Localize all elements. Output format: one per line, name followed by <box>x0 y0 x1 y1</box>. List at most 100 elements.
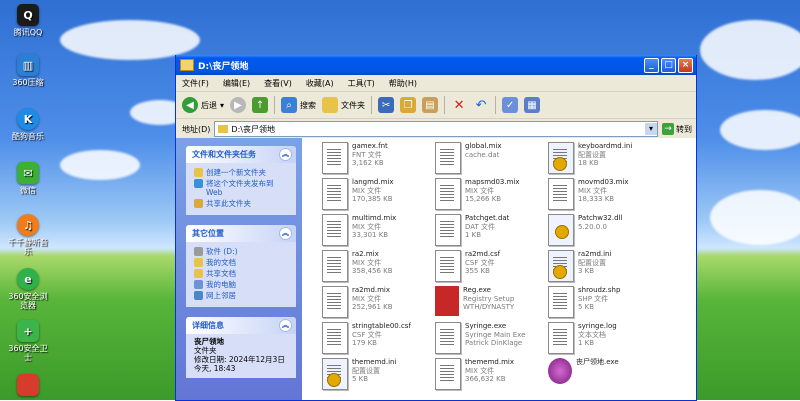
file-type: Syringe Main Exe <box>465 330 526 339</box>
file-name: gamex.fnt <box>352 142 388 150</box>
desktop-icon-app[interactable] <box>6 374 50 398</box>
desktop-icon-kugou[interactable]: K 酷狗音乐 <box>6 108 50 141</box>
minimize-button[interactable]: _ <box>644 57 659 73</box>
file-item[interactable]: ra2md.csf CSF 文件 355 KB <box>435 250 547 286</box>
file-item[interactable]: shroudz.shp SHP 文件 5 KB <box>548 286 660 322</box>
file-item[interactable]: thememd.ini 配置设置 5 KB <box>322 358 434 394</box>
chevron-down-icon[interactable]: ▾ <box>220 101 224 110</box>
up-folder-icon[interactable]: ↑ <box>252 97 269 113</box>
address-bar: 地址(D) D:\丧尸领地 ▾ → 转到 <box>176 119 696 140</box>
desktop-icon-qq[interactable]: Q 腾讯QQ <box>6 4 50 37</box>
file-size: 355 KB <box>465 267 490 275</box>
chevron-down-icon[interactable]: ▾ <box>645 123 657 135</box>
paste-icon[interactable]: ▤ <box>422 97 439 113</box>
place-my-computer[interactable]: 我的电脑 <box>194 280 291 289</box>
file-size: 18 KB <box>578 159 599 167</box>
file-item[interactable]: ra2md.mix MIX 文件 252,961 KB <box>322 286 434 322</box>
file-name: keyboardmd.ini <box>578 142 633 150</box>
file-size: 5 KB <box>578 303 595 311</box>
file-type: 5.20.0.0 <box>578 222 607 231</box>
document-icon <box>435 250 461 282</box>
go-arrow-icon: → <box>662 123 674 135</box>
panel-title: 其它位置 <box>192 229 224 238</box>
file-item[interactable]: keyboardmd.ini 配置设置 18 KB <box>548 142 660 178</box>
file-type: DAT 文件 <box>465 222 496 231</box>
file-item[interactable]: global.mix cache.dat <box>435 142 547 178</box>
other-places-header[interactable]: 其它位置 ︽ <box>186 225 296 242</box>
undo-icon[interactable]: ↶ <box>473 97 489 113</box>
close-button[interactable]: × <box>678 57 693 73</box>
file-item[interactable]: gamex.fnt FNT 文件 3,162 KB <box>322 142 434 178</box>
title-bar[interactable]: D:\丧尸领地 _ □ × <box>176 55 696 75</box>
file-item[interactable]: langmd.mix MIX 文件 170,385 KB <box>322 178 434 214</box>
details-header[interactable]: 详细信息 ︽ <box>186 317 296 334</box>
desktop-icon-360zip[interactable]: ▥ 360压缩 <box>6 54 50 87</box>
desktop-icon-360-browser[interactable]: e 360安全浏览器 <box>6 268 50 310</box>
document-icon <box>322 214 348 246</box>
document-icon <box>322 250 348 282</box>
file-item[interactable]: syringe.log 文本文档 1 KB <box>548 322 660 358</box>
document-icon <box>322 322 348 354</box>
folders-label: 文件夹 <box>341 100 366 110</box>
desktop-icon-label: 千千静听音乐 <box>8 238 48 256</box>
file-item[interactable]: 丧尸领地.exe <box>548 358 660 394</box>
back-button[interactable]: ◀ 后退 ▾ <box>182 97 224 113</box>
globe-icon <box>194 179 203 188</box>
file-item[interactable]: movmd03.mix MIX 文件 18,333 KB <box>548 178 660 214</box>
task-publish-web[interactable]: 将这个文件夹发布到 Web <box>194 179 291 197</box>
network-icon <box>194 291 203 300</box>
menu-file[interactable]: 文件(F) <box>182 78 209 89</box>
back-arrow-icon: ◀ <box>182 97 198 113</box>
file-name: shroudz.shp <box>578 286 621 294</box>
file-item[interactable]: Patchget.dat DAT 文件 1 KB <box>435 214 547 250</box>
copy-icon[interactable]: ❐ <box>400 97 417 113</box>
forward-button[interactable]: ▶ <box>230 97 247 113</box>
chevron-up-icon[interactable]: ︽ <box>279 227 292 240</box>
file-item[interactable]: Syringe.exe Syringe Main Exe Patrick DinKl… <box>435 322 547 358</box>
task-new-folder[interactable]: 创建一个新文件夹 <box>194 168 291 177</box>
file-item[interactable]: stringtable00.csf CSF 文件 179 KB <box>322 322 434 358</box>
search-button[interactable]: ⌕ 搜索 <box>281 97 316 113</box>
address-input[interactable]: D:\丧尸领地 ▾ <box>214 121 658 137</box>
menu-view[interactable]: 查看(V) <box>264 78 292 89</box>
desktop-icon-wechat[interactable]: ✉ 微信 <box>6 162 50 195</box>
file-size: Patrick DinKlage <box>465 339 523 347</box>
file-name: thememd.mix <box>465 358 515 366</box>
file-name: global.mix <box>465 142 502 150</box>
file-item[interactable]: ra2md.ini 配置设置 3 KB <box>548 250 660 286</box>
file-size: 1 KB <box>578 339 595 347</box>
menu-edit[interactable]: 编辑(E) <box>223 78 250 89</box>
folder-icon <box>194 258 203 267</box>
maximize-button[interactable]: □ <box>661 57 676 73</box>
chevron-up-icon[interactable]: ︽ <box>279 148 292 161</box>
file-tasks-header[interactable]: 文件和文件夹任务 ︽ <box>186 146 296 163</box>
file-type: FNT 文件 <box>352 150 382 159</box>
file-item[interactable]: thememd.mix MIX 文件 366,632 KB <box>435 358 547 394</box>
place-network[interactable]: 网上邻居 <box>194 291 291 300</box>
task-share-folder[interactable]: 共享此文件夹 <box>194 199 291 208</box>
file-item[interactable]: mapsmd03.mix MIX 文件 15,266 KB <box>435 178 547 214</box>
file-item[interactable]: Reg.exe Registry Setup WTH/DYNASTY <box>435 286 547 322</box>
place-label: 软件 (D:) <box>206 247 238 256</box>
place-my-documents[interactable]: 我的文档 <box>194 258 291 267</box>
document-icon <box>548 286 574 318</box>
desktop-icon-360-security[interactable]: + 360安全卫士 <box>6 320 50 362</box>
properties-icon[interactable]: ✓ <box>502 97 519 113</box>
place-drive-d[interactable]: 软件 (D:) <box>194 247 291 256</box>
file-item[interactable]: ra2.mix MIX 文件 358,456 KB <box>322 250 434 286</box>
biohazard-icon <box>548 358 572 384</box>
cut-icon[interactable]: ✂ <box>378 97 395 113</box>
go-button[interactable]: → 转到 <box>662 123 692 135</box>
chevron-up-icon[interactable]: ︽ <box>279 319 292 332</box>
file-item[interactable]: Patchw32.dll 5.20.0.0 <box>548 214 660 250</box>
place-shared-documents[interactable]: 共享文档 <box>194 269 291 278</box>
desktop-icon-music-player[interactable]: ♫ 千千静听音乐 <box>6 214 50 256</box>
menu-favorites[interactable]: 收藏(A) <box>306 78 334 89</box>
file-item[interactable]: multimd.mix MIX 文件 33,301 KB <box>322 214 434 250</box>
menu-tools[interactable]: 工具(T) <box>348 78 375 89</box>
file-size: WTH/DYNASTY <box>463 303 515 311</box>
folders-button[interactable]: 文件夹 <box>322 97 365 113</box>
delete-icon[interactable]: ✕ <box>451 97 467 113</box>
menu-help[interactable]: 帮助(H) <box>389 78 417 89</box>
views-icon[interactable]: ▦ <box>524 97 541 113</box>
